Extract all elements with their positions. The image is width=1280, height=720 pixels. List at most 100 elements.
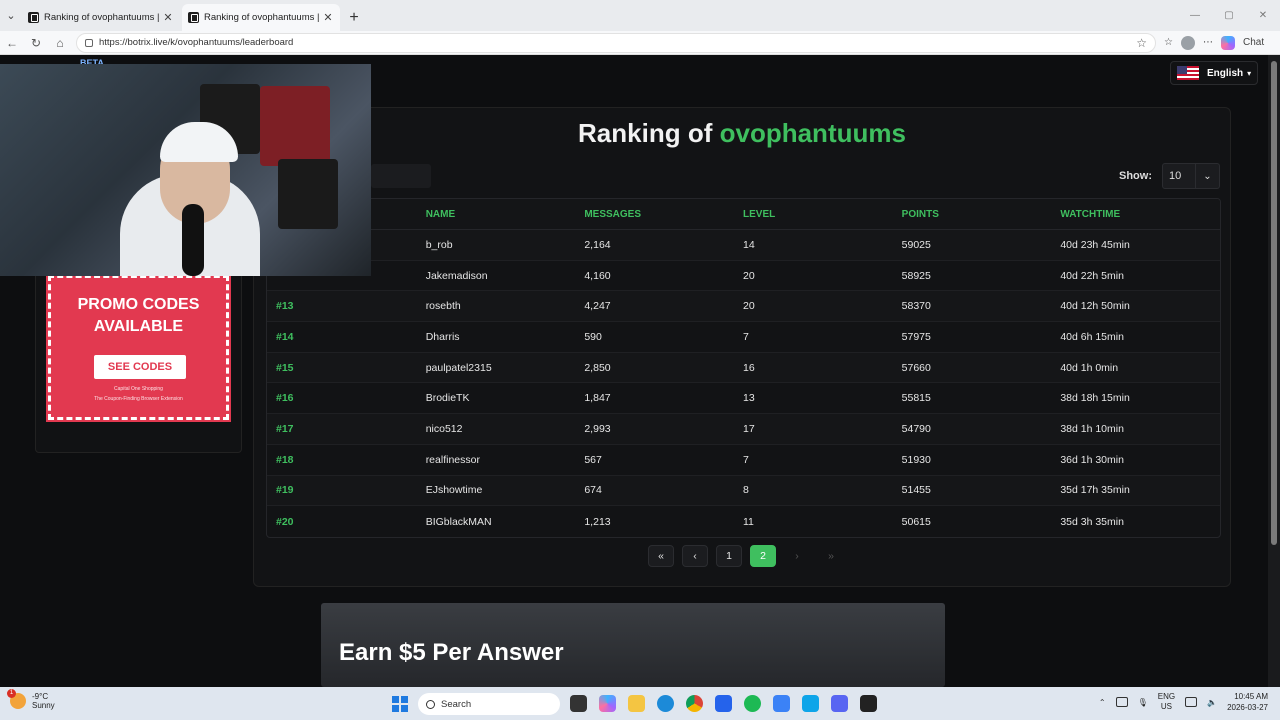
page-size-control: Show: 10 ⌄: [1119, 163, 1220, 189]
discord-icon[interactable]: [831, 695, 848, 712]
remote-desktop-icon[interactable]: [715, 695, 732, 712]
earn-ad-text: Earn $5 Per Answer: [339, 639, 564, 666]
network-icon[interactable]: [1115, 697, 1128, 707]
name-cell: Jakemadison: [425, 269, 488, 282]
photos-icon[interactable]: [802, 695, 819, 712]
edge-icon[interactable]: [657, 695, 674, 712]
name-cell: BIGblackMAN: [425, 515, 492, 528]
volume-icon[interactable]: 🔈: [1207, 698, 1217, 707]
promo-subtitle: The Coupon-Finding Browser Extension: [94, 396, 183, 402]
column-header-name[interactable]: NAME: [426, 209, 585, 220]
sun-icon: 1: [7, 689, 26, 709]
messages-cell: 4,160: [584, 269, 611, 282]
microphone-icon[interactable]: 🎙: [1138, 698, 1148, 707]
clock[interactable]: 10:45 AM 2026-03-27: [1227, 691, 1268, 713]
search-icon: [426, 699, 435, 709]
name-cell: EJshowtime: [425, 484, 483, 497]
home-icon[interactable]: ⌂: [48, 31, 72, 55]
column-header-level[interactable]: LEVEL: [743, 209, 902, 220]
page-1-button[interactable]: 1: [716, 545, 742, 567]
points-cell: 51930: [901, 453, 931, 466]
messages-cell: 2,850: [584, 361, 611, 374]
last-page-button[interactable]: »: [818, 545, 844, 567]
see-codes-button[interactable]: SEE CODES: [94, 355, 186, 379]
chevron-up-icon[interactable]: ⌃: [1099, 698, 1106, 707]
table-row: #19 EJshowtime 674 8 51455 35d 17h 35min: [267, 475, 1220, 507]
close-tab-icon[interactable]: ✕: [162, 11, 174, 24]
promo-codes-ad[interactable]: PROMO CODES AVAILABLE SEE CODES Capital …: [46, 273, 231, 422]
microphone: [182, 204, 204, 276]
next-page-button[interactable]: ›: [784, 545, 810, 567]
tab-actions-menu-icon[interactable]: ⌄: [0, 0, 22, 31]
input-language[interactable]: ENG US: [1158, 692, 1175, 712]
url-field[interactable]: https://botrix.live/k/ovophantuums/leade…: [76, 32, 1156, 53]
file-explorer-icon[interactable]: [628, 695, 645, 712]
profile-avatar[interactable]: [1180, 35, 1195, 50]
chrome-icon[interactable]: [686, 695, 703, 712]
watchtime-cell: 38d 18h 15min: [1060, 392, 1130, 405]
promo-brand: Capital One Shopping: [114, 386, 163, 392]
earn-ad-banner[interactable]: Earn $5 Per Answer: [321, 603, 945, 687]
system-tray: ⌃ 🎙 ENG US 🔈 10:45 AM 2026-03-27: [1099, 691, 1268, 713]
weather-widget[interactable]: 1 -9°C Sunny: [7, 689, 55, 710]
url-text: https://botrix.live/k/ovophantuums/leade…: [99, 37, 294, 48]
site-info-icon[interactable]: [85, 38, 93, 47]
language-label: English: [1207, 67, 1244, 79]
close-window-icon[interactable]: ✕: [1246, 0, 1280, 31]
first-page-button[interactable]: «: [648, 545, 674, 567]
watchtime-cell: 35d 3h 35min: [1060, 515, 1124, 528]
favorites-icon[interactable]: ☆: [1164, 37, 1173, 48]
column-header-points[interactable]: POINTS: [902, 209, 1061, 220]
page-scrollbar[interactable]: [1268, 55, 1280, 687]
maximize-icon[interactable]: ▢: [1212, 0, 1246, 31]
back-arrow-icon[interactable]: ←: [0, 31, 24, 55]
windows-start-icon[interactable]: [392, 696, 408, 712]
minimize-icon[interactable]: —: [1178, 0, 1212, 31]
notepad-icon[interactable]: [773, 695, 790, 712]
column-header-watchtime[interactable]: WATCHTIME: [1060, 209, 1220, 220]
favorite-star-icon[interactable]: ☆: [1136, 36, 1147, 50]
language-selector[interactable]: English ▾: [1170, 61, 1258, 85]
messages-cell: 590: [584, 330, 602, 343]
points-cell: 58370: [901, 300, 931, 313]
page-viewport: BETA English ▾ PROMO CODES AVAILABLE SEE…: [0, 55, 1268, 687]
task-view-icon[interactable]: [570, 695, 587, 712]
wall-jersey: [260, 86, 330, 166]
table-row: b_rob 2,164 14 59025 40d 23h 45min: [267, 230, 1220, 261]
messages-cell: 1,847: [584, 392, 611, 405]
spotify-icon[interactable]: [744, 695, 761, 712]
more-menu-icon[interactable]: ⋯: [1203, 37, 1213, 48]
name-cell: nico512: [425, 422, 463, 435]
close-tab-icon[interactable]: ✕: [322, 11, 334, 24]
taskbar-search[interactable]: Search: [418, 693, 560, 715]
new-tab-button[interactable]: +: [342, 4, 366, 31]
browser-tab-active[interactable]: Ranking of ovophantuums | BotRix ✕: [182, 4, 340, 31]
watchtime-cell: 35d 17h 35min: [1060, 484, 1130, 497]
prev-page-button[interactable]: ‹: [682, 545, 708, 567]
lang-region: US: [1160, 702, 1172, 711]
copilot-icon[interactable]: [599, 695, 616, 712]
scrollbar-thumb[interactable]: [1271, 61, 1277, 545]
column-header-messages[interactable]: MESSAGES: [584, 209, 743, 220]
battery-icon[interactable]: [1185, 697, 1198, 707]
rank-cell: #18: [276, 453, 294, 466]
table-row: #20 BIGblackMAN 1,213 11 50615 35d 3h 35…: [267, 506, 1220, 537]
level-cell: 14: [743, 238, 755, 251]
browser-tab[interactable]: Ranking of ovophantuums | BotRix ✕: [22, 4, 180, 31]
chat-label[interactable]: Chat: [1243, 37, 1264, 48]
name-cell: Dharris: [425, 330, 460, 343]
obs-icon[interactable]: [860, 695, 877, 712]
page-2-button[interactable]: 2: [750, 545, 776, 567]
webcam-overlay: [0, 64, 371, 276]
copilot-icon[interactable]: [1220, 35, 1235, 50]
points-cell: 57660: [901, 361, 931, 374]
points-cell: 59025: [901, 238, 931, 251]
search-input[interactable]: [371, 164, 431, 188]
channel-name: ovophantuums: [719, 118, 906, 148]
browser-tabbar: ⌄ Ranking of ovophantuums | BotRix ✕ Ran…: [0, 0, 1280, 31]
page-size-select[interactable]: 10 ⌄: [1162, 163, 1220, 189]
points-cell: 55815: [901, 392, 931, 405]
refresh-icon[interactable]: ↻: [24, 31, 48, 55]
show-label: Show:: [1119, 170, 1152, 182]
table-body: b_rob 2,164 14 59025 40d 23h 45min Jakem…: [267, 230, 1220, 537]
